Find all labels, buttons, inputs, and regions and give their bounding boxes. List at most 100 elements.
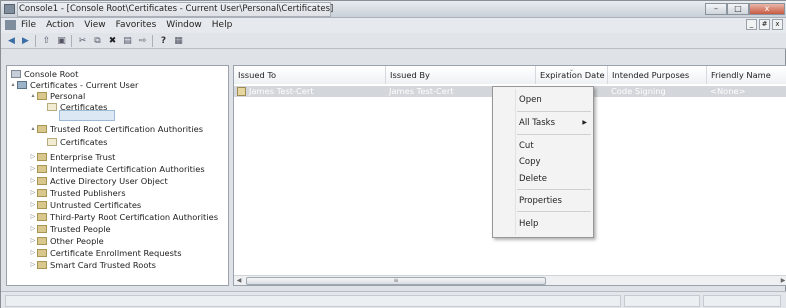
close-button[interactable]: x (749, 3, 785, 15)
tree-item-untrusted-certificates[interactable]: ▷ Untrusted Certificates (29, 199, 142, 210)
show-tree-icon[interactable]: ▣ (55, 35, 68, 47)
scroll-right-icon[interactable]: ▶ (778, 276, 786, 285)
expand-arrow-icon[interactable]: ▷ (29, 177, 37, 184)
context-menu-all-tasks[interactable]: All Tasks ▶ (493, 116, 593, 130)
context-menu-cut[interactable]: Cut (493, 139, 593, 153)
tree-item-certificate-enrollment-requests[interactable]: ▷ Certificate Enrollment Requests (29, 247, 182, 258)
system-menu-icon[interactable] (5, 20, 16, 30)
certificates-snapin-icon (17, 80, 27, 89)
menu-window[interactable]: Window (166, 20, 202, 30)
expand-arrow-icon[interactable]: ▴ (9, 81, 17, 88)
tree-item-label: Other People (50, 235, 104, 246)
delete-icon[interactable]: ✖ (106, 35, 119, 47)
tree-item-label: Certificate Enrollment Requests (50, 247, 182, 258)
tree-item-label: Third-Party Root Certification Authoriti… (50, 211, 219, 222)
expand-arrow-icon[interactable]: ▷ (29, 213, 37, 220)
tree-item-trusted-root-certificates[interactable]: Certificates (47, 136, 107, 147)
tree-item-label: Enterprise Trust (50, 151, 116, 162)
menu-favorites[interactable]: Favorites (116, 20, 157, 30)
expand-arrow-icon[interactable]: ▴ (29, 92, 37, 99)
certificate-folder-icon (47, 137, 57, 146)
expand-arrow-icon[interactable]: ▷ (29, 237, 37, 244)
child-restore-button[interactable]: # (759, 19, 770, 30)
column-header-friendly-name[interactable]: Friendly Name (707, 66, 786, 84)
maximize-button[interactable]: □ (727, 3, 749, 15)
tree-item-trusted-people[interactable]: ▷ Trusted People (29, 223, 111, 234)
expand-arrow-icon[interactable]: ▴ (29, 125, 37, 132)
horizontal-scrollbar[interactable]: ◀ ≡ ▶ (234, 275, 786, 285)
submenu-arrow-icon: ▶ (582, 119, 587, 126)
menu-separator (517, 111, 591, 112)
tree-item-smart-card-trusted-roots[interactable]: ▷ Smart Card Trusted Roots (29, 259, 156, 270)
tree-item-trusted-publishers[interactable]: ▷ Trusted Publishers (29, 187, 126, 198)
context-menu-delete[interactable]: Delete (493, 172, 593, 186)
tree-item-personal-certificates[interactable]: Certificates (47, 101, 107, 112)
child-close-button[interactable]: x (772, 19, 783, 30)
tree-item-certificates-current-user[interactable]: ▴ Certificates - Current User (9, 79, 138, 90)
column-header-intended-purposes[interactable]: Intended Purposes (608, 66, 707, 84)
certificate-icon (237, 87, 246, 96)
column-header-issued-to[interactable]: Issued To (234, 66, 386, 84)
back-icon[interactable]: ◀ (5, 35, 18, 47)
tree-item-other-people[interactable]: ▷ Other People (29, 235, 104, 246)
forward-icon[interactable]: ▶ (19, 35, 32, 47)
console-app-icon (4, 4, 15, 14)
tree-item-label: Trusted Root Certification Authorities (50, 123, 204, 134)
expand-arrow-icon[interactable]: ▷ (29, 165, 37, 172)
export-icon[interactable]: ⇨ (136, 35, 149, 47)
menu-view[interactable]: View (84, 20, 105, 30)
menu-separator (517, 211, 591, 212)
copy-icon[interactable]: ⧉ (91, 35, 104, 47)
toolbar-separator (35, 35, 36, 47)
scroll-left-icon[interactable]: ◀ (234, 276, 244, 285)
context-menu-open[interactable]: Open (493, 93, 593, 107)
menu-separator (517, 134, 591, 135)
tree-item-personal[interactable]: ▴ Personal (29, 90, 85, 101)
tree-item-label: Personal (50, 90, 86, 101)
properties-icon[interactable]: ▤ (121, 35, 134, 47)
status-bar (1, 291, 786, 308)
cell-issued-to: James Test-Cert (249, 86, 314, 96)
console-tree[interactable]: Console Root ▴ Certificates - Current Us… (6, 65, 229, 286)
context-menu-copy[interactable]: Copy (493, 155, 593, 169)
expand-arrow-icon[interactable]: ▷ (29, 225, 37, 232)
folder-icon (37, 236, 47, 245)
cell-friendly-name: <None> (710, 86, 746, 96)
expand-arrow-icon[interactable]: ▷ (29, 189, 37, 196)
tree-item-enterprise-trust[interactable]: ▷ Enterprise Trust (29, 151, 116, 162)
expand-arrow-icon[interactable]: ▷ (29, 249, 37, 256)
expand-arrow-icon[interactable]: ▷ (29, 261, 37, 268)
expand-arrow-icon[interactable]: ▷ (29, 201, 37, 208)
cut-icon[interactable]: ✂ (76, 35, 89, 47)
menu-action[interactable]: Action (46, 20, 74, 30)
action-pane-icon[interactable]: ▦ (172, 35, 185, 47)
scrollbar-thumb[interactable]: ≡ (246, 277, 546, 285)
menu-file[interactable]: File (21, 20, 36, 30)
tree-item-label: Console Root (24, 68, 79, 79)
folder-icon (37, 212, 47, 221)
child-minimize-button[interactable]: _ (746, 19, 757, 30)
minimize-button[interactable]: – (705, 3, 727, 15)
menu-help[interactable]: Help (212, 20, 233, 30)
tree-item-label: Intermediate Certification Authorities (50, 163, 205, 174)
tree-item-console-root[interactable]: Console Root (11, 68, 78, 79)
tree-item-trusted-root[interactable]: ▴ Trusted Root Certification Authorities (29, 123, 203, 134)
toolbar-separator (152, 35, 153, 47)
folder-icon (37, 164, 47, 173)
status-segment (624, 295, 700, 307)
tree-item-label: Certificates (60, 101, 108, 112)
tree-item-label: Active Directory User Object (50, 175, 168, 186)
context-menu-help[interactable]: Help (493, 217, 593, 231)
column-header-issued-by[interactable]: Issued By (386, 66, 536, 84)
context-menu-properties[interactable]: Properties (493, 194, 593, 208)
expand-arrow-icon[interactable]: ▷ (29, 153, 37, 160)
folder-icon (37, 152, 47, 161)
tree-item-active-directory-user-object[interactable]: ▷ Active Directory User Object (29, 175, 168, 186)
tree-item-intermediate-ca[interactable]: ▷ Intermediate Certification Authorities (29, 163, 205, 174)
toolbar: ◀ ▶ ⇧ ▣ ✂ ⧉ ✖ ▤ ⇨ ? ▦ (1, 33, 786, 49)
help-icon[interactable]: ? (157, 35, 170, 47)
tree-item-third-party-root[interactable]: ▷ Third-Party Root Certification Authori… (29, 211, 218, 222)
title-bar[interactable]: Console1 - [Console Root\Certificates - … (1, 1, 786, 18)
up-icon[interactable]: ⇧ (40, 35, 53, 47)
toolbar-separator (71, 35, 72, 47)
